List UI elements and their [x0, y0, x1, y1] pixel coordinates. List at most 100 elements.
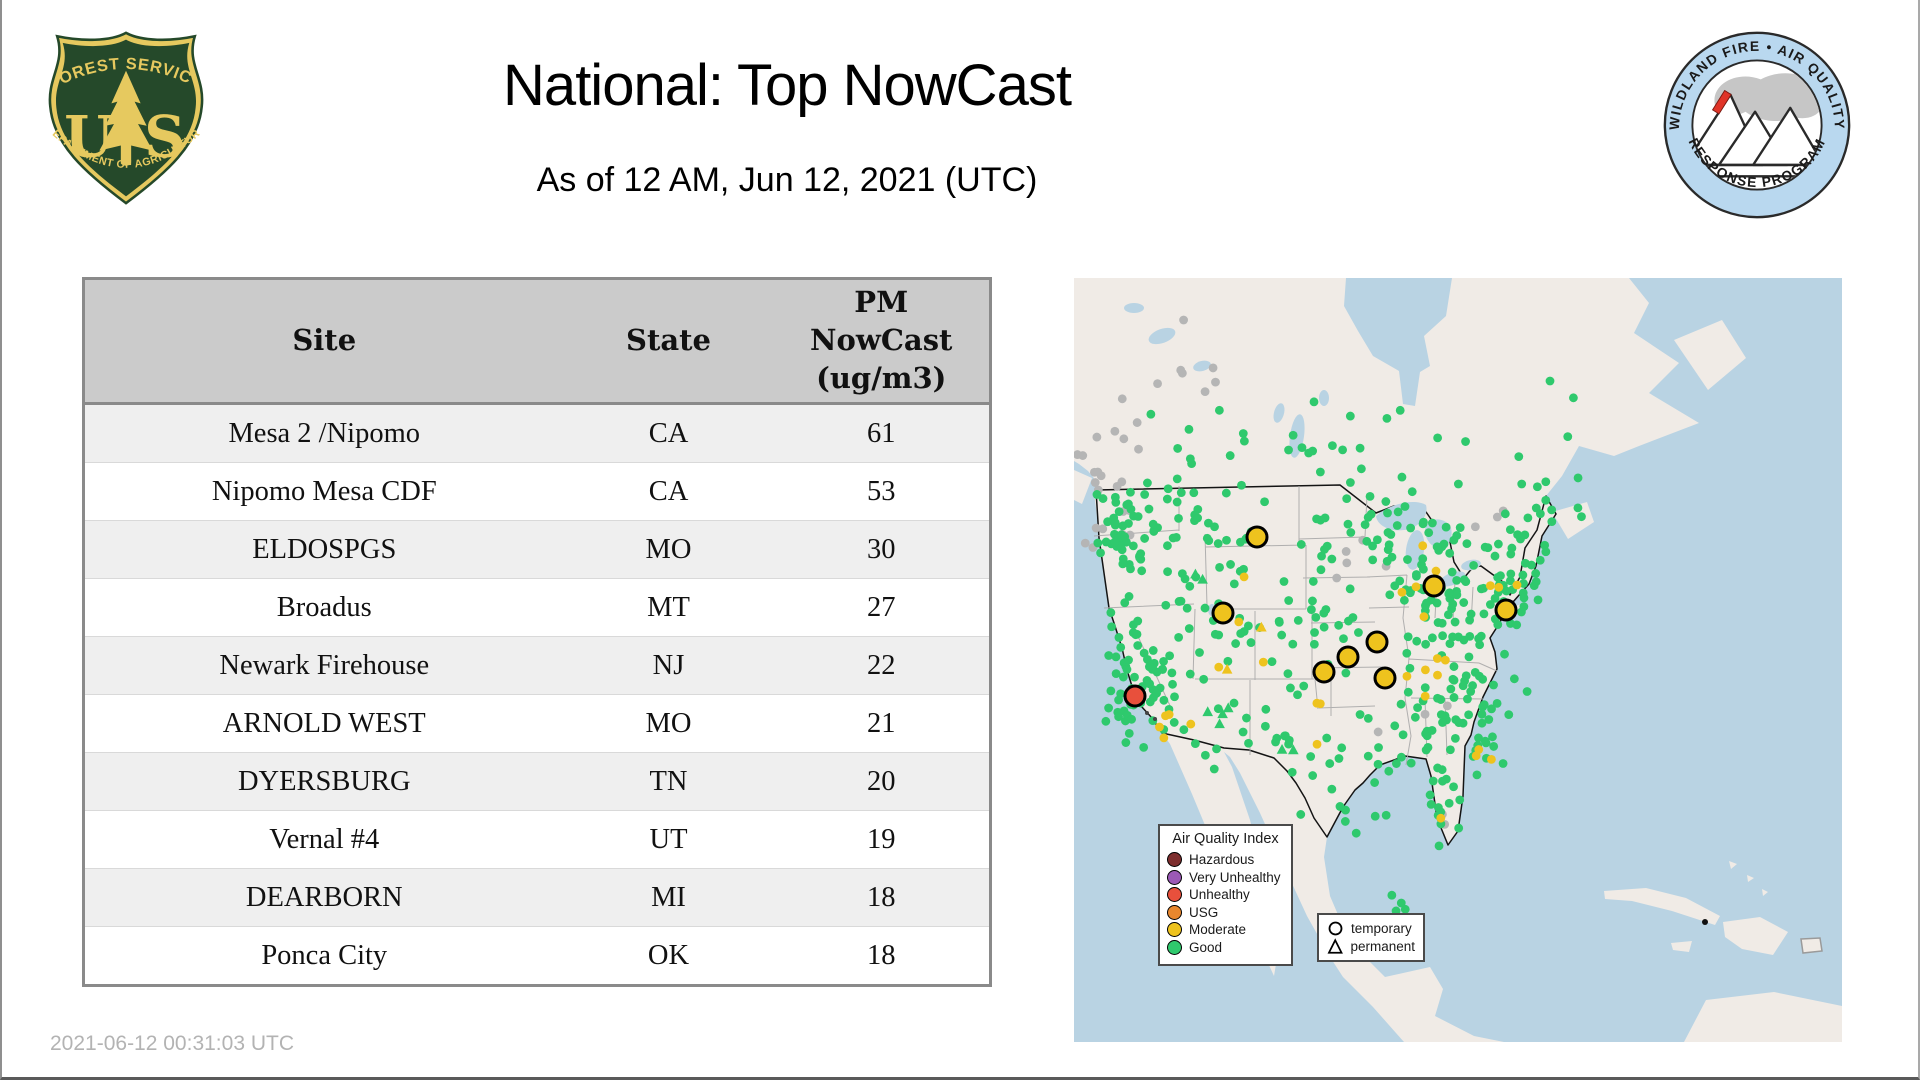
monitor-dot-temporary — [1139, 743, 1148, 752]
monitor-dot-temporary — [1268, 657, 1277, 666]
monitor-dot-temporary — [1104, 704, 1113, 713]
monitor-dot-temporary — [1346, 478, 1355, 487]
top-site-marker-moderate — [1247, 527, 1267, 547]
aqi-legend-label: Good — [1189, 940, 1222, 955]
monitor-dot-temporary — [1244, 739, 1253, 748]
monitor-dot-temporary — [1214, 631, 1223, 640]
monitor-dot-temporary — [1491, 552, 1500, 561]
monitor-dot-temporary — [1327, 785, 1336, 794]
monitor-dot-temporary — [1356, 444, 1365, 453]
monitor-dot-temporary — [1210, 765, 1219, 774]
top-site-marker-moderate — [1314, 662, 1334, 682]
monitor-dot-temporary — [1510, 674, 1519, 683]
monitor-dot-temporary — [1120, 598, 1129, 607]
monitor-dot-temporary — [1111, 518, 1120, 527]
monitor-dot-temporary — [1418, 541, 1427, 550]
monitor-dot-temporary — [1115, 633, 1124, 642]
monitor-dot-temporary — [1366, 492, 1375, 501]
monitor-dot-temporary — [1310, 640, 1319, 649]
monitor-dot-temporary — [1294, 616, 1303, 625]
monitor-dot-temporary — [1163, 495, 1172, 504]
monitor-dot-temporary — [1451, 618, 1460, 627]
monitor-dot-temporary — [1328, 441, 1337, 450]
monitor-dot-temporary — [1481, 543, 1490, 552]
table-row: Ponca CityOK18 — [84, 927, 991, 986]
monitor-dot-temporary — [1496, 571, 1505, 580]
table-row: Mesa 2 /NipomoCA61 — [84, 404, 991, 463]
monitor-dot-temporary — [1418, 554, 1427, 563]
site-cell: Newark Firehouse — [84, 637, 564, 695]
monitor-dot-temporary — [1155, 723, 1164, 732]
monitor-dot-temporary — [1493, 513, 1502, 522]
monitor-dot-temporary — [1183, 604, 1192, 613]
monitor-dot-temporary — [1161, 711, 1170, 720]
monitor-dot-temporary — [1134, 512, 1143, 521]
monitor-dot-temporary — [1284, 596, 1293, 605]
monitor-dot-temporary — [1449, 782, 1458, 791]
monitor-dot-temporary — [1504, 710, 1513, 719]
monitor-dot-temporary — [1408, 487, 1417, 496]
usfs-logo: FOREST SERVICE U S DEPARTMENT OF AGRICUL… — [40, 26, 212, 210]
monitor-dot-temporary — [1444, 610, 1453, 619]
monitor-dot-temporary — [1170, 692, 1179, 701]
small-marker-dot — [1702, 919, 1708, 925]
monitor-dot-temporary — [1327, 555, 1336, 564]
monitor-dot-temporary — [1193, 514, 1202, 523]
monitor-dot-temporary — [1342, 558, 1351, 567]
monitor-dot-temporary — [1563, 432, 1572, 441]
monitor-dot-temporary — [1523, 514, 1532, 523]
state-cell: MO — [564, 695, 774, 753]
monitor-dot-temporary — [1574, 503, 1583, 512]
monitor-dot-temporary — [1201, 387, 1210, 396]
value-cell: 27 — [774, 579, 991, 637]
monitor-dot-temporary — [1112, 652, 1121, 661]
monitor-dot-temporary — [1275, 618, 1284, 627]
monitor-dot-temporary — [1125, 729, 1134, 738]
monitor-dot-temporary — [1459, 681, 1468, 690]
monitor-dot-temporary — [1397, 753, 1406, 762]
monitor-dot-temporary — [1325, 759, 1334, 768]
monitor-dot-temporary — [1081, 539, 1090, 548]
monitor-dot-temporary — [1534, 595, 1543, 604]
monitor-dot-temporary — [1143, 479, 1152, 488]
monitor-dot-temporary — [1388, 553, 1397, 562]
monitor-dot-temporary — [1397, 899, 1406, 908]
table-row: Nipomo Mesa CDFCA53 — [84, 463, 991, 521]
monitor-dot-temporary — [1506, 525, 1515, 534]
monitor-dot-temporary — [1164, 484, 1173, 493]
monitor-dot-temporary — [1309, 577, 1318, 586]
monitor-dot-temporary — [1145, 680, 1154, 689]
aqi-legend: Air Quality Index HazardousVery Unhealth… — [1158, 824, 1293, 966]
monitor-dot-temporary — [1441, 656, 1450, 665]
monitor-dot-temporary — [1438, 777, 1447, 786]
monitor-dot-temporary — [1260, 497, 1269, 506]
monitor-dot-temporary — [1297, 540, 1306, 549]
monitor-dot-temporary — [1489, 681, 1498, 690]
aqi-legend-item: USG — [1167, 905, 1284, 920]
monitor-dot-temporary — [1313, 740, 1322, 749]
monitor-dot-temporary — [1242, 714, 1251, 723]
monitor-dot-temporary — [1247, 638, 1256, 647]
monitor-dot-temporary — [1111, 537, 1120, 546]
monitor-type-items: temporarypermanent — [1327, 920, 1415, 955]
monitor-dot-temporary — [1289, 431, 1298, 440]
monitor-dot-temporary — [1098, 524, 1107, 533]
monitor-dot-temporary — [1110, 427, 1119, 436]
value-cell: 19 — [774, 811, 991, 869]
good-swatch-icon — [1167, 940, 1182, 955]
monitor-dot-temporary — [1119, 673, 1128, 682]
monitor-dot-temporary — [1097, 471, 1106, 480]
monitor-dot-temporary — [1161, 601, 1170, 610]
monitor-dot-temporary — [1426, 791, 1435, 800]
monitor-dot-temporary — [1298, 443, 1307, 452]
monitor-dot-temporary — [1111, 493, 1120, 502]
monitor-dot-temporary — [1346, 528, 1355, 537]
monitor-dot-temporary — [1412, 582, 1421, 591]
monitor-dot-temporary — [1185, 582, 1194, 591]
monitor-dot-temporary — [1310, 628, 1319, 637]
monitor-dot-temporary — [1381, 497, 1390, 506]
monitor-dot-temporary — [1486, 581, 1495, 590]
dashboard-page: FOREST SERVICE U S DEPARTMENT OF AGRICUL… — [0, 0, 1920, 1080]
monitor-dot-temporary — [1185, 425, 1194, 434]
monitor-dot-temporary — [1443, 701, 1452, 710]
